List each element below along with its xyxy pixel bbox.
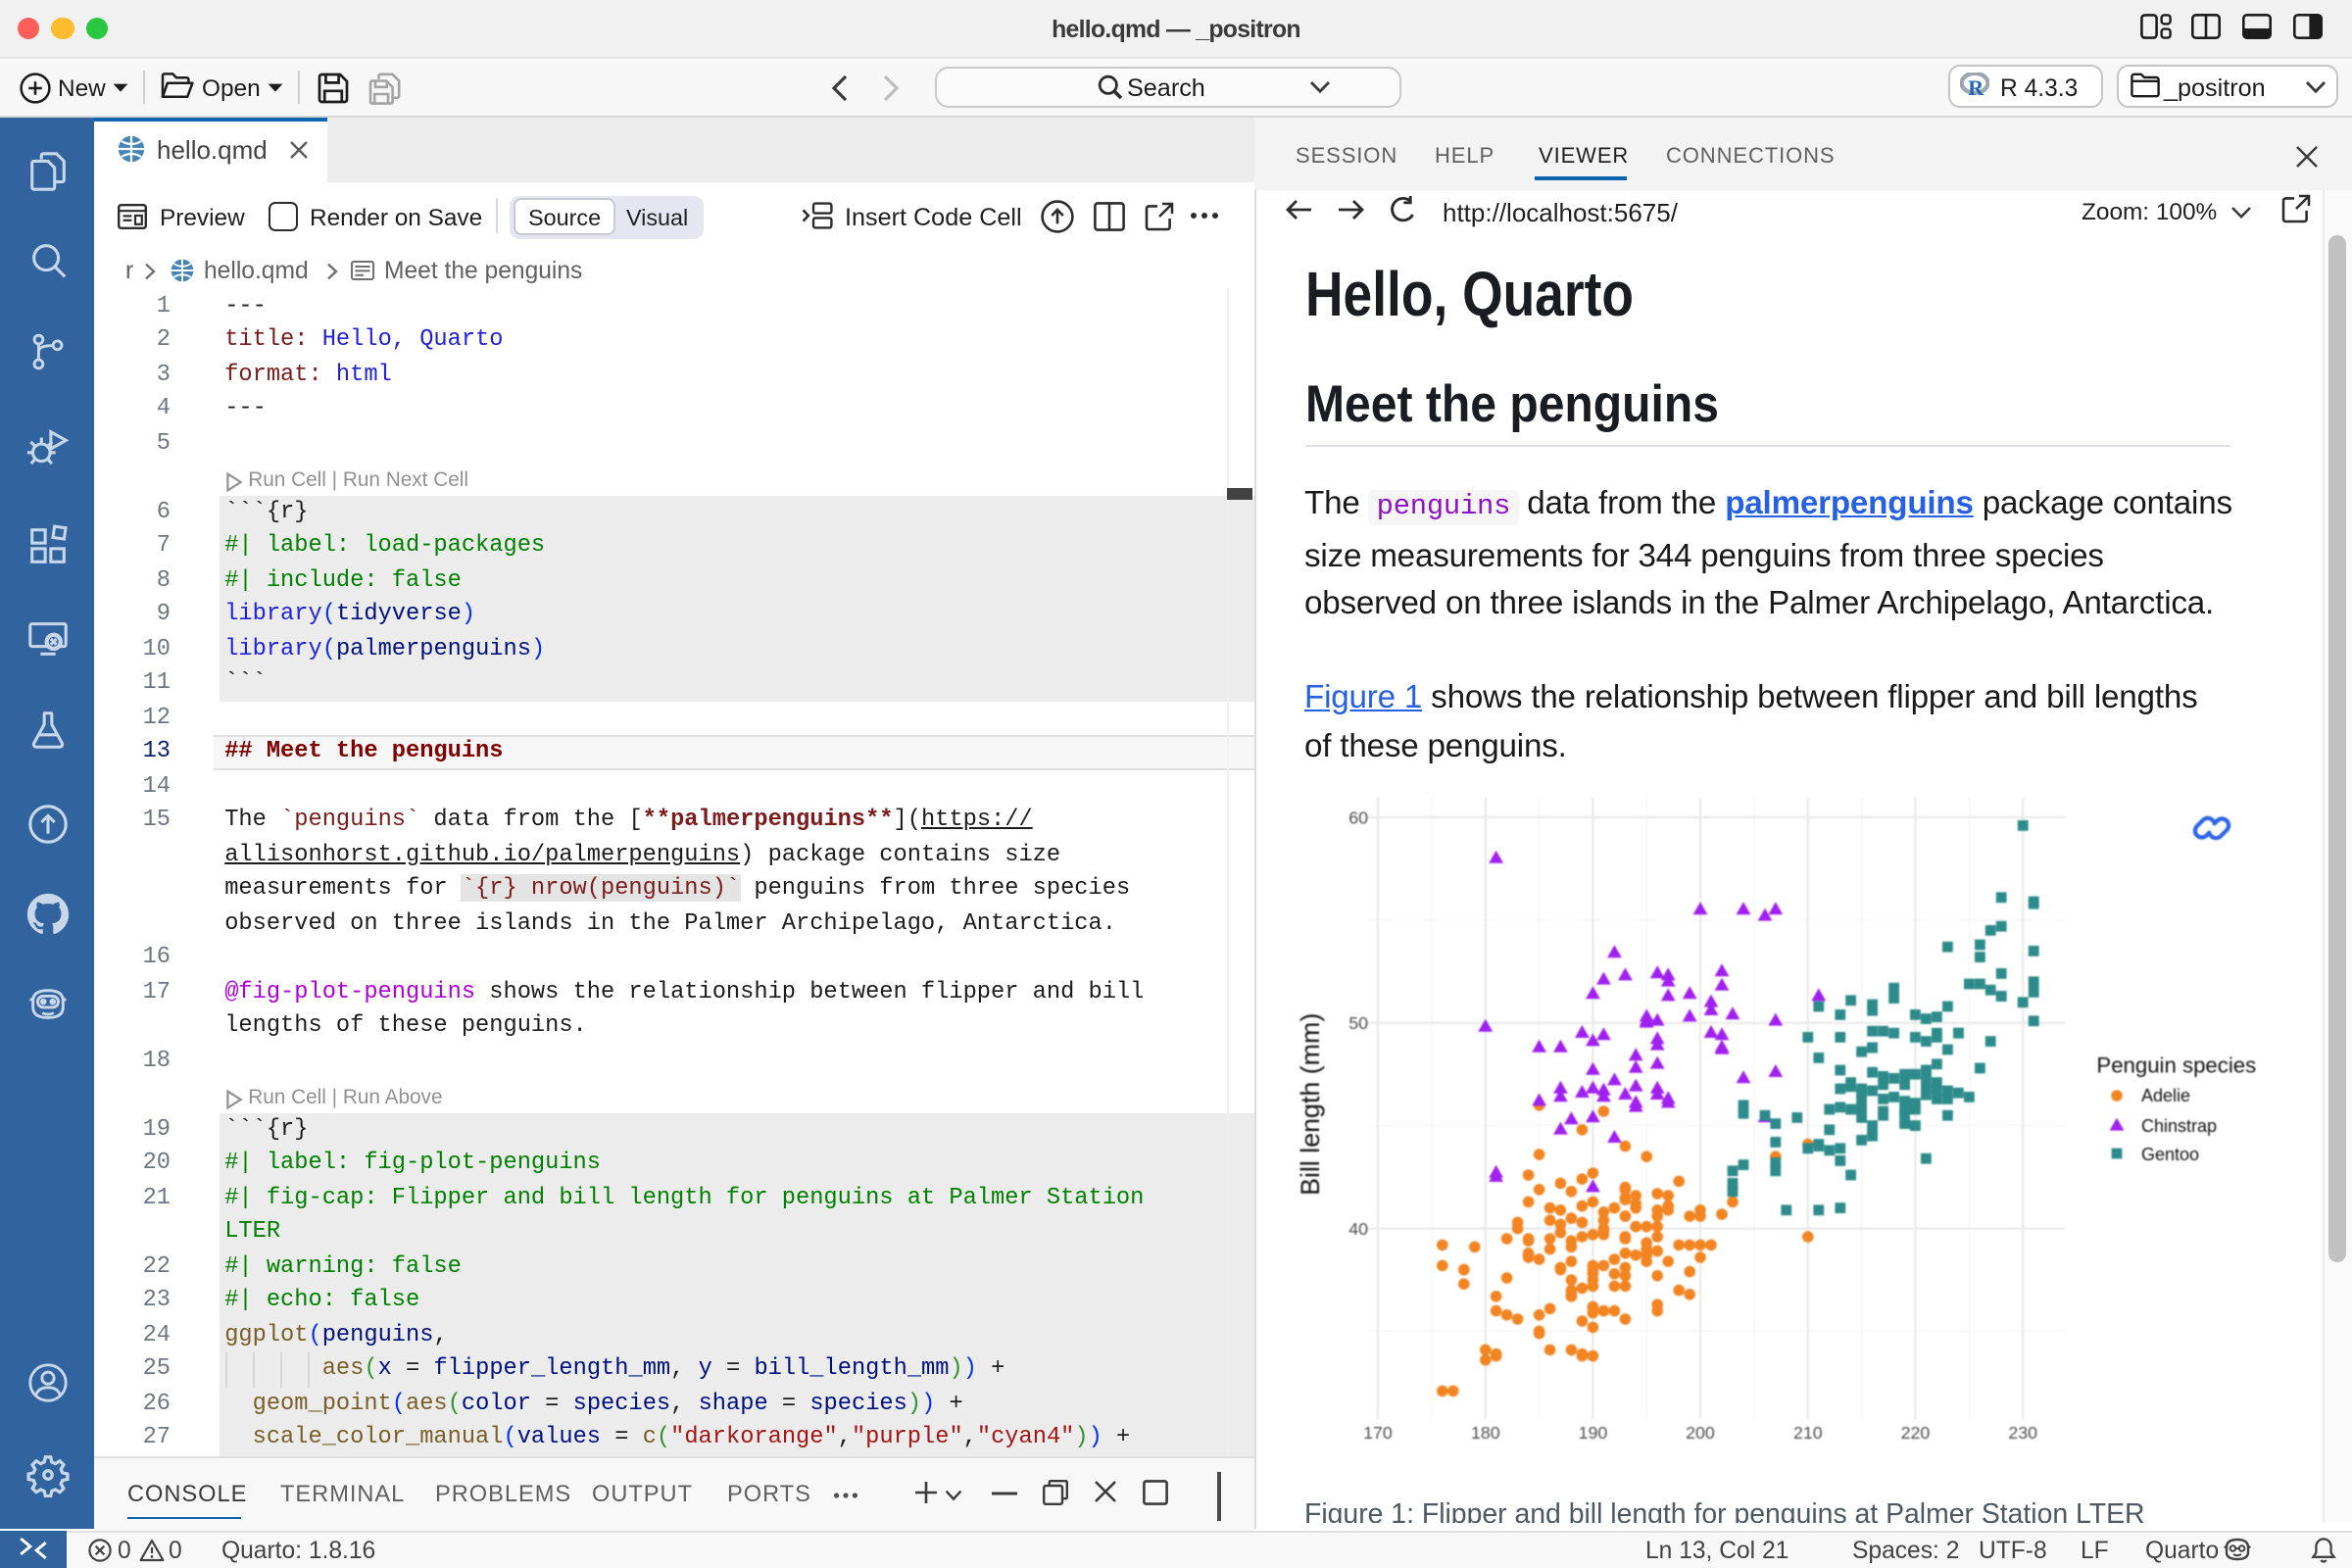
svg-text:Bill length (mm): Bill length (mm) [1296,1013,1325,1196]
svg-text:Penguin species: Penguin species [2096,1054,2256,1078]
svg-text:60: 60 [1348,808,1368,827]
svg-text:200: 200 [1686,1423,1715,1439]
svg-text:50: 50 [1348,1013,1368,1033]
svg-text:R: R [1968,75,1984,98]
svg-text:Chinstrap: Chinstrap [2141,1116,2217,1136]
svg-text:Adelie: Adelie [2141,1086,2190,1105]
svg-text:210: 210 [1793,1423,1823,1439]
svg-text:Gentoo: Gentoo [2141,1145,2199,1164]
svg-text:180: 180 [1471,1423,1500,1439]
svg-text:40: 40 [1348,1219,1368,1239]
svg-text:220: 220 [1901,1423,1931,1439]
svg-text:170: 170 [1363,1423,1393,1439]
svg-text:230: 230 [2008,1423,2037,1439]
svg-text:190: 190 [1579,1423,1608,1439]
